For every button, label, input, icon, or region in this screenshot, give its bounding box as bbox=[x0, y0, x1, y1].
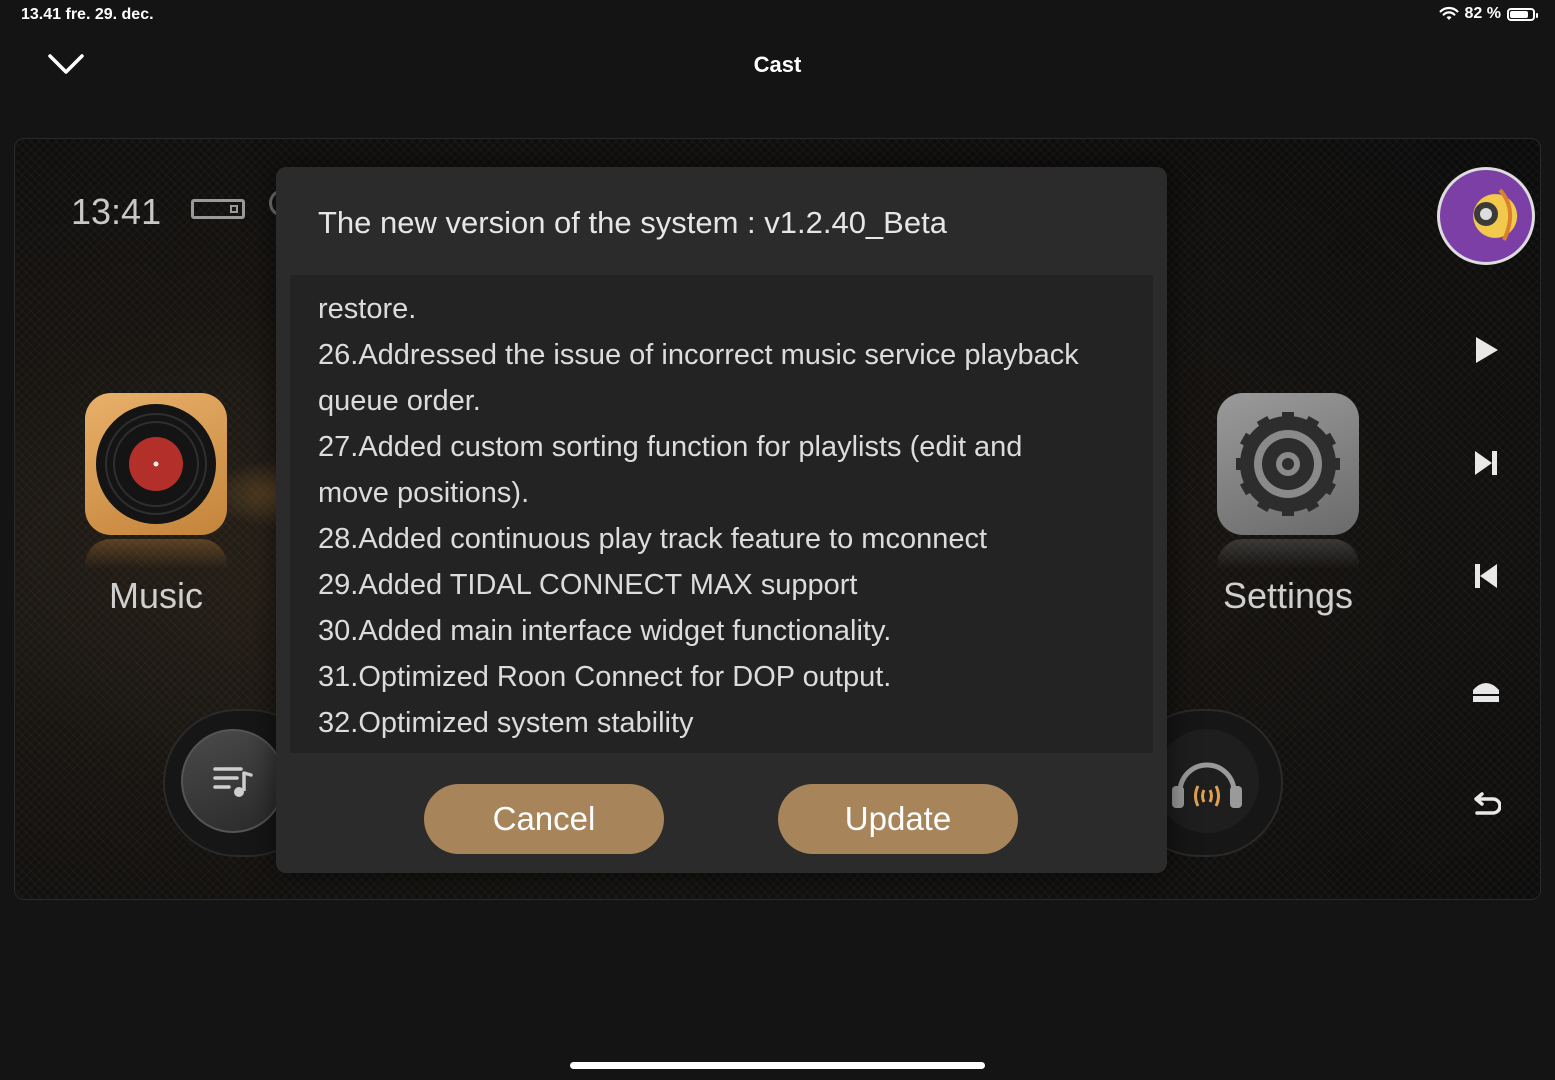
release-note-line: move positions). bbox=[318, 477, 530, 509]
release-note-line: restore. bbox=[318, 293, 417, 325]
update-dialog: The new version of the system : v1.2.40_… bbox=[276, 167, 1167, 873]
status-time-date: 13.41 fre. 29. dec. bbox=[21, 6, 154, 23]
music-app-icon[interactable] bbox=[85, 393, 227, 535]
vinyl-record-icon bbox=[96, 404, 216, 524]
update-button[interactable]: Update bbox=[778, 784, 1018, 854]
skip-next-button[interactable] bbox=[1463, 440, 1509, 486]
settings-app-label: Settings bbox=[1222, 575, 1354, 616]
release-note-line: 29.Added TIDAL CONNECT MAX support bbox=[318, 569, 858, 601]
playlist-music-icon bbox=[213, 767, 253, 797]
status-right: 82 % bbox=[1439, 5, 1538, 23]
page-title: Cast bbox=[753, 52, 802, 77]
gear-icon bbox=[1236, 412, 1340, 516]
device-clock: 13:41 bbox=[71, 191, 162, 232]
music-app-reflection bbox=[85, 539, 227, 569]
release-notes[interactable]: restore. 26.Addressed the issue of incor… bbox=[290, 275, 1153, 753]
release-note-line: 32.Optimized system stability bbox=[318, 707, 694, 739]
release-note-line: 27.Added custom sorting function for pla… bbox=[318, 431, 1023, 463]
skip-next-icon bbox=[1475, 451, 1497, 475]
back-icon bbox=[1474, 792, 1501, 815]
settings-app-reflection bbox=[1217, 539, 1359, 569]
settings-app-icon[interactable] bbox=[1217, 393, 1359, 535]
play-icon bbox=[1476, 337, 1498, 363]
status-bar: 13.41 fre. 29. dec. 82 % bbox=[0, 0, 1555, 32]
audio-button[interactable] bbox=[1155, 729, 1259, 833]
skip-previous-icon bbox=[1475, 564, 1497, 588]
battery-percentage: 82 % bbox=[1464, 5, 1501, 22]
back-button[interactable] bbox=[1463, 781, 1509, 827]
skip-previous-button[interactable] bbox=[1463, 553, 1509, 599]
headphones-sound-icon bbox=[1172, 762, 1242, 808]
release-note-line: 30.Added main interface widget functiona… bbox=[318, 615, 892, 647]
dialog-title: The new version of the system : v1.2.40_… bbox=[318, 205, 947, 240]
user-avatar[interactable] bbox=[1437, 167, 1535, 265]
release-note-line: 31.Optimized Roon Connect for DOP output… bbox=[318, 661, 892, 693]
home-icon bbox=[1473, 683, 1499, 702]
release-note-line: 28.Added continuous play track feature t… bbox=[318, 523, 988, 555]
battery-icon bbox=[1507, 7, 1538, 21]
device-status-icon bbox=[191, 199, 245, 219]
release-note-line: 26.Addressed the issue of incorrect musi… bbox=[318, 339, 1079, 371]
release-note-line: queue order. bbox=[318, 385, 481, 417]
home-indicator[interactable] bbox=[570, 1062, 985, 1069]
avatar-art-icon bbox=[1474, 188, 1512, 241]
home-button[interactable] bbox=[1463, 667, 1509, 713]
playlist-button[interactable] bbox=[181, 729, 285, 833]
wifi-icon bbox=[1439, 6, 1459, 20]
cancel-button[interactable]: Cancel bbox=[424, 784, 664, 854]
play-button[interactable] bbox=[1463, 327, 1509, 373]
cast-device-screen[interactable]: 13:41 Music Settings The new version of … bbox=[14, 138, 1541, 900]
music-app-label: Music bbox=[108, 575, 203, 616]
